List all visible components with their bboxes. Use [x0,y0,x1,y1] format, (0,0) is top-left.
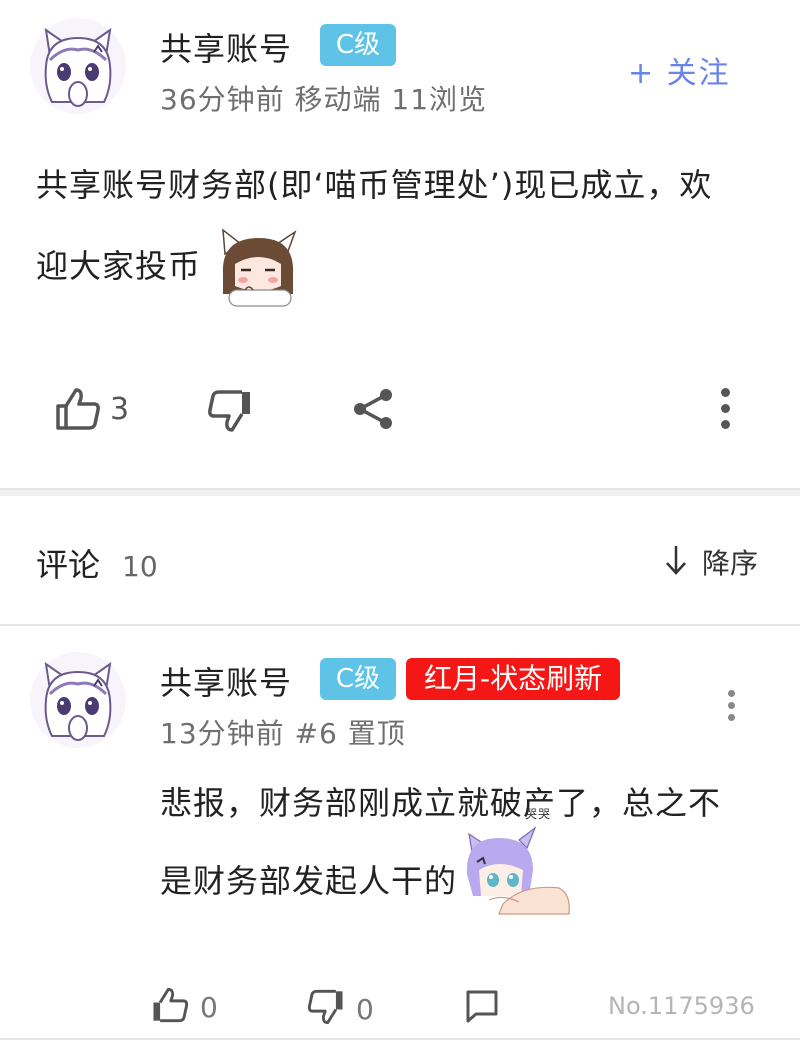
comments-title: 评论 [36,546,101,584]
comment-more-icon[interactable] [726,690,736,727]
comment-level-badge: C级 [320,658,396,700]
comment-like-count: 0 [200,990,218,1024]
comment-title-badge: 红月-状态刷新 [406,658,621,700]
comment-like-button[interactable]: 0 [150,986,218,1028]
bottom-divider [0,1038,800,1040]
post-meta: 36分钟前 移动端 11浏览 [160,83,488,116]
thumbs-down-icon [206,388,254,434]
comment-meta: 13分钟前 #6 置顶 [160,717,406,750]
share-button[interactable] [352,388,394,430]
post-content-line: 迎大家投币 [36,247,202,285]
like-count: 3 [110,391,130,427]
crying-cat-girl-sticker-icon: 哭哭 [463,804,573,916]
reply-button[interactable] [464,988,500,1028]
comment-dislike-count: 0 [356,992,374,1026]
dislike-button[interactable] [206,388,254,434]
author-avatar[interactable] [28,16,128,116]
share-icon [352,388,394,430]
sort-button[interactable]: 降序 [664,542,758,582]
author-name[interactable]: 共享账号 [160,24,292,70]
level-badge: C级 [320,24,396,66]
comment-number: No.1175936 [608,992,755,1020]
more-vertical-icon[interactable] [718,388,732,435]
like-button[interactable]: 3 [54,386,129,432]
comments-header: 评论 10 [36,540,158,586]
post-content: 共享账号财务部(即‘喵币管理处’)现已成立，欢 迎大家投币 [36,146,786,308]
cat-girl-sticker-icon [215,224,303,308]
arrow-down-icon [664,542,688,582]
comment-bubble-icon [464,990,500,1028]
comment-author-name[interactable]: 共享账号 [160,658,292,704]
thumbs-up-icon [150,986,190,1028]
svg-text:哭哭: 哭哭 [525,807,551,821]
comment-dislike-button[interactable]: 0 [306,988,374,1030]
comment-content: 悲报，财务部刚成立就破产了，总之不 是财务部发起人干的 哭哭 [160,764,780,920]
follow-button[interactable]: + 关注 [628,48,731,92]
comments-count: 10 [122,550,158,583]
comments-divider [0,624,800,626]
thumbs-up-icon [54,386,102,432]
sort-label: 降序 [702,547,759,580]
thumbs-down-icon [306,988,346,1030]
post-content-line: 共享账号财务部(即‘喵币管理处’)现已成立，欢 [36,166,713,204]
comment-content-line: 是财务部发起人干的 [160,862,458,900]
section-divider [0,488,800,496]
comment-author-avatar[interactable] [28,650,128,750]
